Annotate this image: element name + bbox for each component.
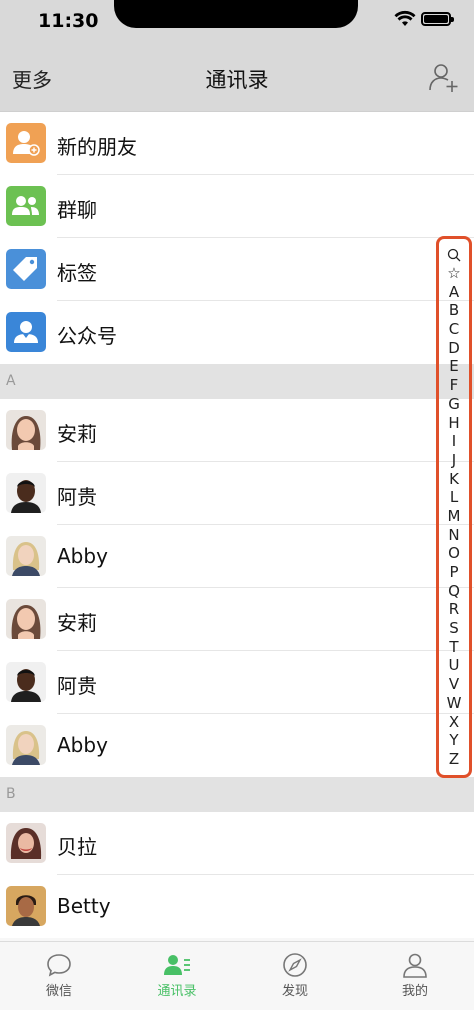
nav-bar: 更多 通讯录 (0, 42, 474, 112)
list-item[interactable]: 安莉 (0, 588, 474, 651)
tab-label: 我的 (401, 984, 428, 999)
new-friend-icon (6, 123, 46, 163)
avatar (6, 410, 46, 450)
avatar (6, 599, 46, 639)
index-letter[interactable]: D (439, 339, 469, 358)
avatar (6, 823, 46, 863)
index-letter[interactable]: W (439, 694, 469, 713)
page-title: 通讯录 (205, 68, 269, 92)
compass-icon (283, 953, 307, 977)
tab-label: 通讯录 (157, 984, 197, 999)
list-item[interactable]: Abby (0, 525, 474, 588)
contact-name: 贝拉 (57, 835, 97, 859)
index-letter[interactable]: V (439, 675, 469, 694)
index-letter[interactable]: E (439, 357, 469, 376)
tab-me[interactable]: 我的 (356, 952, 474, 999)
index-letter[interactable]: J (439, 451, 469, 470)
status-time: 11:30 (38, 10, 99, 32)
list-item[interactable]: Abby (0, 714, 474, 777)
official-account-icon (6, 312, 46, 352)
index-letter[interactable]: Z (439, 750, 469, 769)
row-label: 群聊 (57, 198, 97, 222)
contact-list: 新的朋友 群聊 标签 公众号 A 安莉 阿贵 Abby 安莉 阿贵 Abby B… (0, 112, 474, 938)
wifi-icon (394, 10, 416, 26)
contacts-icon (164, 955, 190, 975)
group-chats-row[interactable]: 群聊 (0, 175, 474, 238)
contact-name: Abby (57, 544, 108, 568)
contact-name: 安莉 (57, 611, 97, 635)
avatar (6, 473, 46, 513)
battery-icon (421, 12, 454, 26)
row-label: 新的朋友 (57, 135, 137, 159)
list-item[interactable]: 阿贵 (0, 651, 474, 714)
chat-bubble-icon (47, 954, 71, 977)
section-header-a: A (0, 364, 474, 399)
row-label: 公众号 (57, 324, 117, 348)
index-letter[interactable]: S (439, 619, 469, 638)
index-letter[interactable]: L (439, 488, 469, 507)
tab-bar: 微信 通讯录 发现 我的 (0, 941, 474, 1010)
index-letter[interactable]: Q (439, 582, 469, 601)
list-item[interactable]: 贝拉 (0, 812, 474, 875)
index-letter[interactable]: F (439, 376, 469, 395)
avatar (6, 886, 46, 926)
list-item[interactable]: Betty (0, 875, 474, 938)
official-accounts-row[interactable]: 公众号 (0, 301, 474, 364)
index-letter[interactable]: H (439, 414, 469, 433)
index-letter[interactable]: C (439, 320, 469, 339)
index-letter[interactable]: ☆ (439, 264, 469, 283)
index-letter[interactable]: I (439, 432, 469, 451)
index-letter[interactable]: T (439, 638, 469, 657)
group-chat-icon (6, 186, 46, 226)
tab-label: 微信 (45, 984, 72, 999)
index-letter[interactable]: K (439, 470, 469, 489)
avatar (6, 725, 46, 765)
index-letter[interactable]: M (439, 507, 469, 526)
contact-name: 阿贵 (57, 674, 97, 698)
list-item[interactable]: 阿贵 (0, 462, 474, 525)
index-letter[interactable]: Y (439, 731, 469, 750)
index-letter[interactable]: X (439, 713, 469, 732)
status-bar: 11:30 (0, 0, 474, 42)
tab-discover[interactable]: 发现 (236, 952, 354, 999)
index-letter[interactable]: R (439, 600, 469, 619)
avatar (6, 536, 46, 576)
index-letter[interactable]: N (439, 526, 469, 545)
contact-name: 阿贵 (57, 485, 97, 509)
tab-label: 发现 (281, 984, 308, 999)
contact-name: 安莉 (57, 422, 97, 446)
index-letter[interactable]: P (439, 563, 469, 582)
tab-chats[interactable]: 微信 (0, 952, 118, 999)
contact-name: Betty (57, 894, 111, 918)
new-friends-row[interactable]: 新的朋友 (0, 112, 474, 175)
index-search-icon[interactable] (439, 248, 469, 264)
avatar (6, 662, 46, 702)
index-letter[interactable]: B (439, 301, 469, 320)
person-icon (403, 953, 427, 978)
list-item[interactable]: 安莉 (0, 399, 474, 462)
row-label: 标签 (57, 261, 97, 285)
tags-row[interactable]: 标签 (0, 238, 474, 301)
index-letter[interactable]: O (439, 544, 469, 563)
contact-name: Abby (57, 733, 108, 757)
tag-icon (6, 249, 46, 289)
index-letter[interactable]: G (439, 395, 469, 414)
notch (114, 0, 358, 28)
section-letter: B (6, 786, 16, 802)
add-contact-icon[interactable] (428, 60, 462, 94)
tab-contacts[interactable]: 通讯录 (118, 952, 236, 999)
section-header-b: B (0, 777, 474, 812)
index-letter[interactable]: A (439, 283, 469, 302)
alphabet-index[interactable]: ☆ A B C D E F G H I J K L M N O P Q R S T U V W X Y Z (436, 236, 472, 778)
index-letter[interactable]: U (439, 656, 469, 675)
section-letter: A (6, 373, 16, 389)
contacts-screen: 11:30 更多 通讯录 新的朋友 群聊 标签 公众号 A 安莉 阿贵 Abby… (0, 0, 474, 1010)
